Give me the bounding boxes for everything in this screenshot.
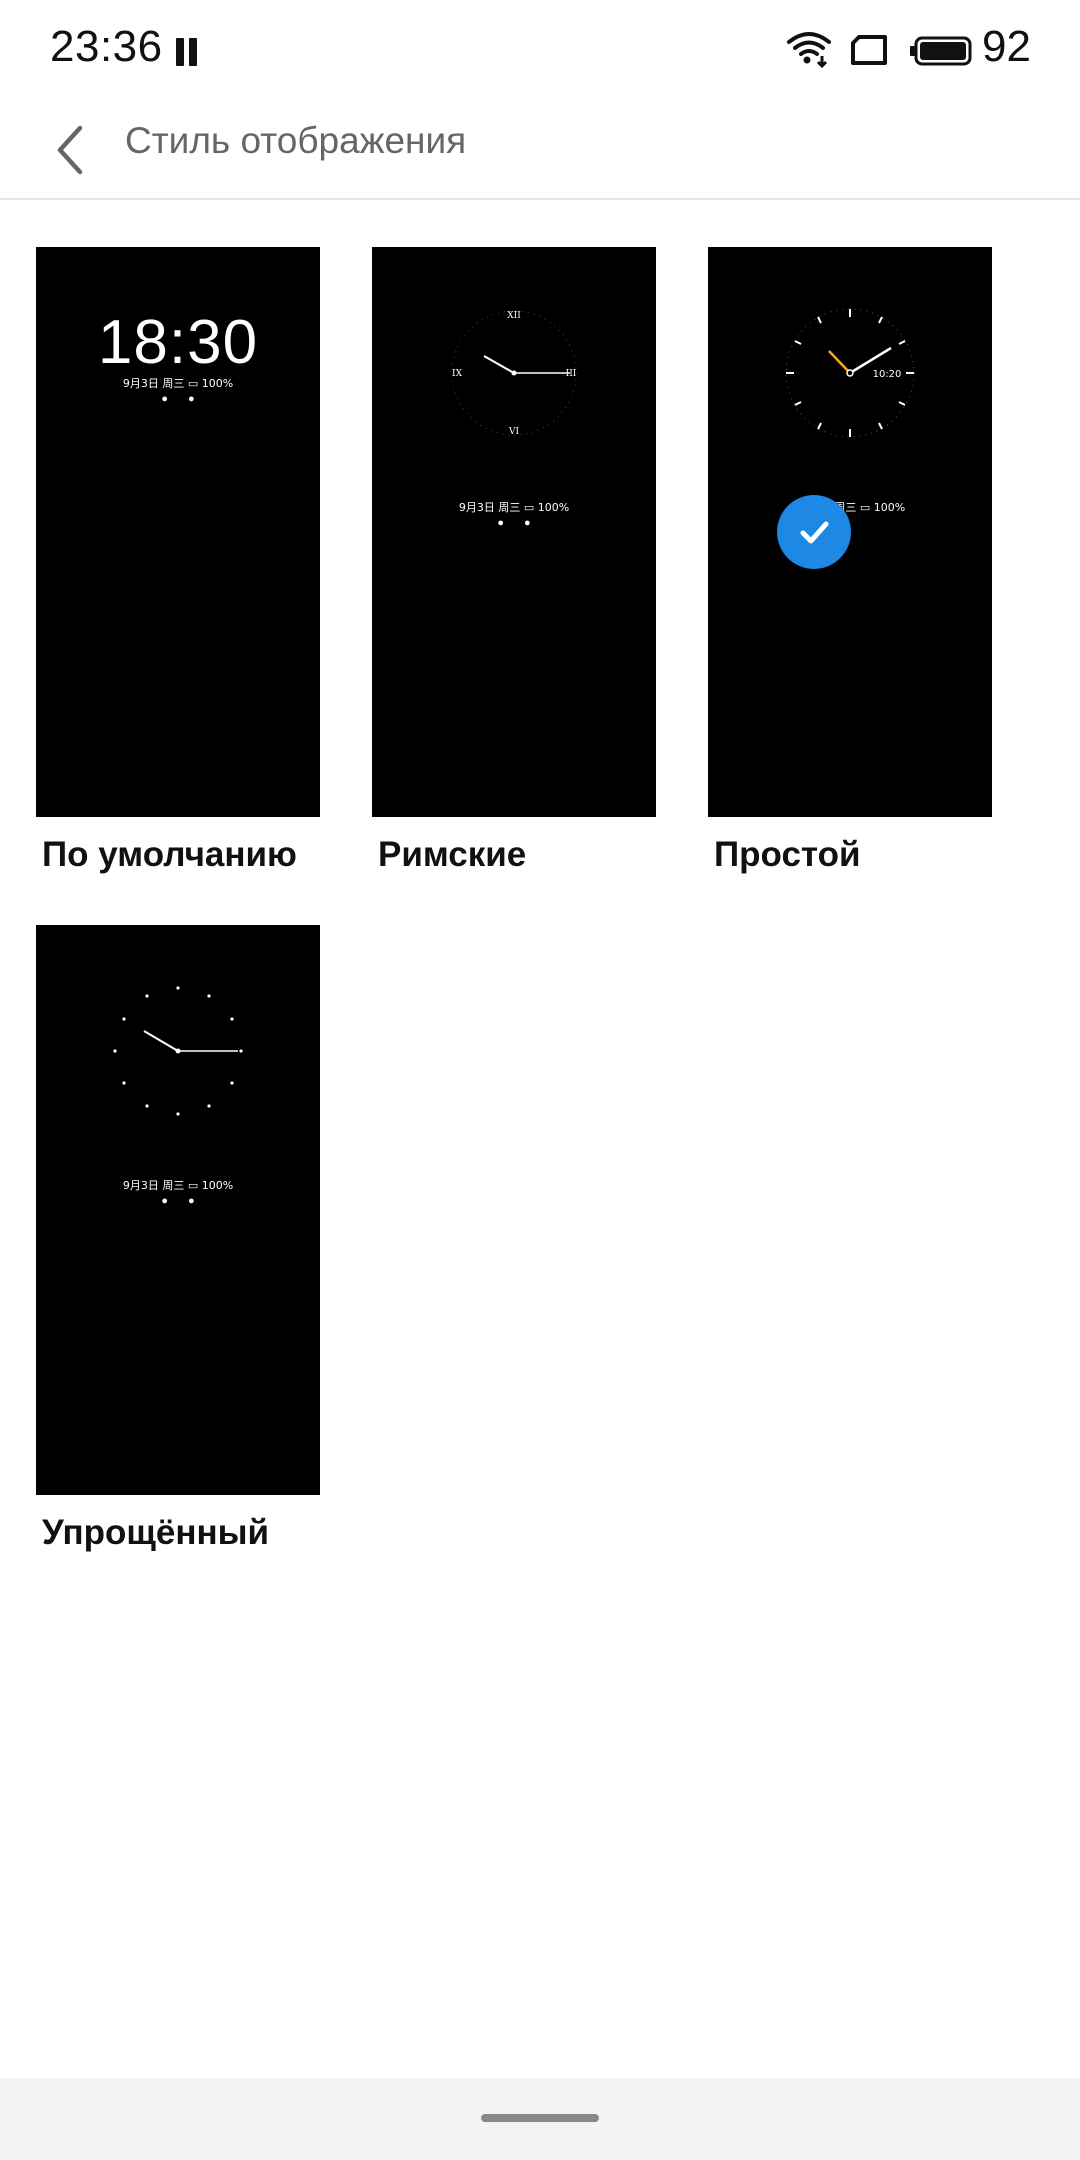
pause-icon: [174, 38, 200, 66]
battery-icon: [910, 36, 972, 66]
style-preview: 18:30 9月3日 周三 ▭ 100% ● ●: [36, 247, 320, 817]
status-time: 23:36: [50, 22, 163, 71]
analog-clock-roman: XII III VI IX: [451, 310, 577, 437]
style-label: Упрощённый: [42, 1513, 270, 1552]
style-option-default[interactable]: 18:30 9月3日 周三 ▭ 100% ● ● По умолчанию: [36, 247, 320, 874]
wifi-icon: [787, 32, 831, 69]
svg-text:IX: IX: [452, 369, 463, 379]
preview-clock-text: 10:20: [873, 369, 902, 380]
style-label: По умолчанию: [42, 835, 297, 874]
analog-clock-simple: 10:20: [785, 308, 915, 438]
svg-text:VI: VI: [508, 427, 519, 437]
analog-clock-simplified: [113, 986, 243, 1116]
svg-text:XII: XII: [507, 311, 521, 321]
preview-notification-icons: ● ●: [497, 517, 531, 529]
battery-percentage: 92: [982, 22, 1031, 71]
preview-notification-icons: ● ●: [161, 1195, 195, 1207]
preview-digital-time: 18:30: [97, 308, 259, 377]
style-option-roman[interactable]: XII III VI IX 9月3日 周三 ▭ 100% ● ● Римские: [372, 247, 656, 874]
style-preview: XII III VI IX 9月3日 周三 ▭ 100% ● ●: [372, 247, 656, 817]
style-label: Римские: [378, 835, 527, 874]
svg-text:III: III: [566, 369, 577, 379]
style-preview: 9月3日 周三 ▭ 100% ● ●: [36, 925, 320, 1495]
navigation-bar: [0, 2078, 1080, 2160]
preview-info: 9月3日 周三 ▭ 100%: [458, 501, 570, 514]
page-title: Стиль отображения: [125, 120, 467, 161]
preview-info: 9月3日 周三 ▭ 100%: [122, 377, 234, 390]
style-label: Простой: [714, 835, 861, 874]
selected-badge: [777, 495, 851, 569]
chevron-left-icon: [57, 125, 83, 175]
preview-info: 9月3日 周三 ▭ 100%: [794, 501, 906, 514]
preview-info: 9月3日 周三 ▭ 100%: [122, 1179, 234, 1192]
status-bar: 23:36 92: [0, 0, 1080, 100]
back-button[interactable]: [30, 110, 110, 190]
app-bar: Стиль отображения: [0, 100, 1080, 200]
check-icon: [800, 521, 829, 544]
preview-notification-icons: ● ●: [161, 393, 195, 405]
home-indicator[interactable]: [481, 2114, 599, 2122]
style-option-simplified[interactable]: 9月3日 周三 ▭ 100% ● ● Упрощённый: [36, 925, 320, 1552]
sim-card-icon: [851, 35, 887, 65]
